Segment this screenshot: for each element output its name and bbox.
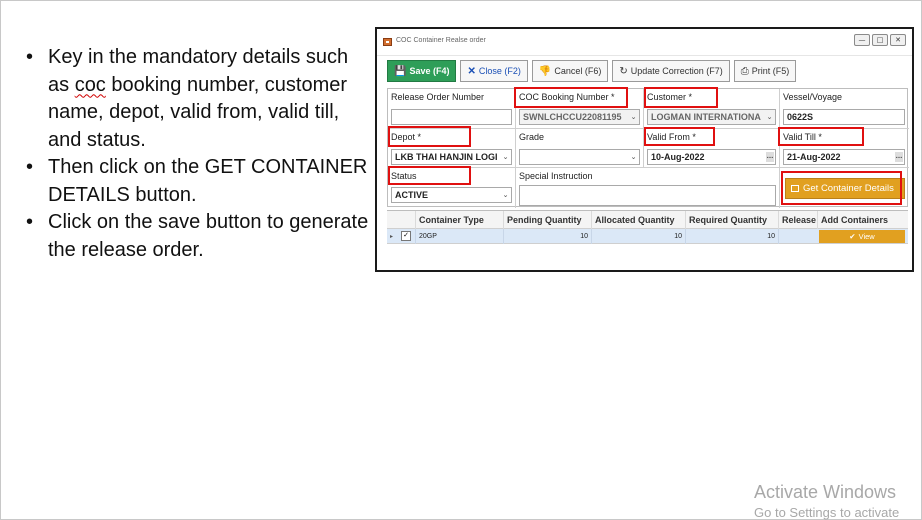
grade-cell: Grade ⌄ <box>516 129 644 168</box>
close-button[interactable]: ✕ Close (F2) <box>460 60 528 82</box>
release-order-window: COC Container Realse order — □ ✕ 💾 Save … <box>375 27 914 272</box>
printer-icon: ⎙ <box>740 65 749 77</box>
header-release[interactable]: Release <box>778 211 817 229</box>
calendar-icon[interactable]: … <box>766 152 774 162</box>
cell-container-type: 20GP <box>415 229 503 244</box>
row-checkbox[interactable]: ✓ <box>401 231 411 241</box>
valid-till-date-input[interactable]: 21-Aug-2022 … <box>783 149 905 165</box>
close-window-button[interactable]: ✕ <box>890 34 906 46</box>
grade-label: Grade <box>519 132 545 142</box>
instruction-list: Key in the mandatory details such as coc… <box>24 44 369 264</box>
release-order-form: Release Order Number COC Booking Number … <box>387 88 909 208</box>
chevron-down-icon: ⌄ <box>502 191 509 199</box>
instruction-item-3: Click on the save button to generate the… <box>24 209 369 264</box>
instruction-item-1: Key in the mandatory details such as coc… <box>24 44 369 154</box>
table-row[interactable]: ▸ ✓ 20GP 10 10 10 ✔ View <box>387 229 908 244</box>
header-allocated-quantity[interactable]: Allocated Quantity <box>591 211 685 229</box>
valid-from-date-input[interactable]: 10-Aug-2022 … <box>647 149 776 165</box>
coc-booking-number-cell: COC Booking Number * SWNLCHCCU22081195 ⌄ <box>516 89 644 129</box>
customer-select[interactable]: LOGMAN INTERNATIONA ⌄ <box>647 109 776 125</box>
chevron-down-icon: ⌄ <box>766 113 773 121</box>
print-button[interactable]: ⎙ Print (F5) <box>733 60 797 82</box>
calendar-icon[interactable]: … <box>895 152 903 162</box>
thumbs-down-icon: 👎 <box>538 65 552 77</box>
customer-cell: Customer * LOGMAN INTERNATIONA ⌄ <box>644 89 780 129</box>
window-titlebar[interactable]: COC Container Realse order — □ ✕ <box>377 29 912 56</box>
header-container-type[interactable]: Container Type <box>415 211 503 229</box>
vessel-voyage-cell: Vessel/Voyage 0622S <box>780 89 909 129</box>
activate-windows-watermark: Activate Windows <box>754 482 897 502</box>
get-container-details-button[interactable]: Get Container Details <box>785 178 905 199</box>
chevron-down-icon: ⌄ <box>630 153 637 161</box>
status-label: Status <box>391 171 417 181</box>
coc-booking-number-select[interactable]: SWNLCHCCU22081195 ⌄ <box>519 109 640 125</box>
depot-cell: Depot * LKB THAI HANJIN LOGI ⌄ <box>388 129 516 168</box>
release-order-number-input[interactable] <box>391 109 512 125</box>
details-icon <box>791 185 799 192</box>
toolbar: 💾 Save (F4) ✕ Close (F2) 👎 Cancel (F6) ↻… <box>387 60 797 82</box>
check-icon: ✔ <box>849 232 856 241</box>
window-title: COC Container Realse order <box>396 37 486 44</box>
chevron-down-icon: ⌄ <box>502 153 509 161</box>
depot-label: Depot * <box>391 132 422 142</box>
view-containers-button[interactable]: ✔ View <box>819 230 905 243</box>
special-instruction-cell: Special Instruction <box>516 168 780 208</box>
vessel-voyage-input[interactable]: 0622S <box>783 109 905 125</box>
header-pending-quantity[interactable]: Pending Quantity <box>503 211 591 229</box>
header-required-quantity[interactable]: Required Quantity <box>685 211 778 229</box>
close-icon: ✕ <box>467 65 476 77</box>
cell-allocated-quantity: 10 <box>591 229 685 244</box>
special-instruction-textarea[interactable] <box>519 185 776 206</box>
special-instruction-label: Special Instruction <box>519 171 593 181</box>
refresh-icon: ↻ <box>619 65 628 77</box>
release-order-number-cell: Release Order Number <box>388 89 516 129</box>
release-order-number-label: Release Order Number <box>391 92 485 102</box>
row-expand-arrow-icon[interactable]: ▸ <box>390 233 393 240</box>
cell-pending-quantity: 10 <box>503 229 591 244</box>
valid-till-label: Valid Till * <box>783 132 822 142</box>
depot-select[interactable]: LKB THAI HANJIN LOGI ⌄ <box>391 149 512 165</box>
header-add-containers[interactable]: Add Containers <box>817 211 908 229</box>
grid-header-row: Container Type Pending Quantity Allocate… <box>387 211 908 229</box>
update-correction-button[interactable]: ↻ Update Correction (F7) <box>612 60 730 82</box>
spellcheck-word: coc <box>74 73 106 96</box>
cancel-button[interactable]: 👎 Cancel (F6) <box>531 60 609 82</box>
customer-label: Customer * <box>647 92 693 102</box>
minimize-button[interactable]: — <box>854 34 870 46</box>
activate-windows-subtext: Go to Settings to activate <box>754 505 900 520</box>
cell-release[interactable] <box>778 229 817 244</box>
maximize-button[interactable]: □ <box>872 34 888 46</box>
grade-select[interactable]: ⌄ <box>519 149 640 165</box>
vessel-voyage-label: Vessel/Voyage <box>783 92 843 102</box>
window-controls: — □ ✕ <box>854 34 906 46</box>
container-grid: Container Type Pending Quantity Allocate… <box>387 210 908 268</box>
valid-till-cell: Valid Till * 21-Aug-2022 … <box>780 129 909 168</box>
valid-from-cell: Valid From * 10-Aug-2022 … <box>644 129 780 168</box>
valid-from-label: Valid From * <box>647 132 696 142</box>
coc-booking-number-label: COC Booking Number * <box>519 92 615 102</box>
status-cell: Status ACTIVE ⌄ <box>388 168 516 208</box>
instruction-item-2: Then click on the GET CONTAINER DETAILS … <box>24 154 369 209</box>
app-icon <box>383 38 392 46</box>
save-button[interactable]: 💾 Save (F4) <box>387 60 457 82</box>
status-select[interactable]: ACTIVE ⌄ <box>391 187 512 203</box>
chevron-down-icon: ⌄ <box>630 113 637 121</box>
floppy-disk-icon: 💾 <box>394 65 407 77</box>
cell-required-quantity: 10 <box>685 229 778 244</box>
